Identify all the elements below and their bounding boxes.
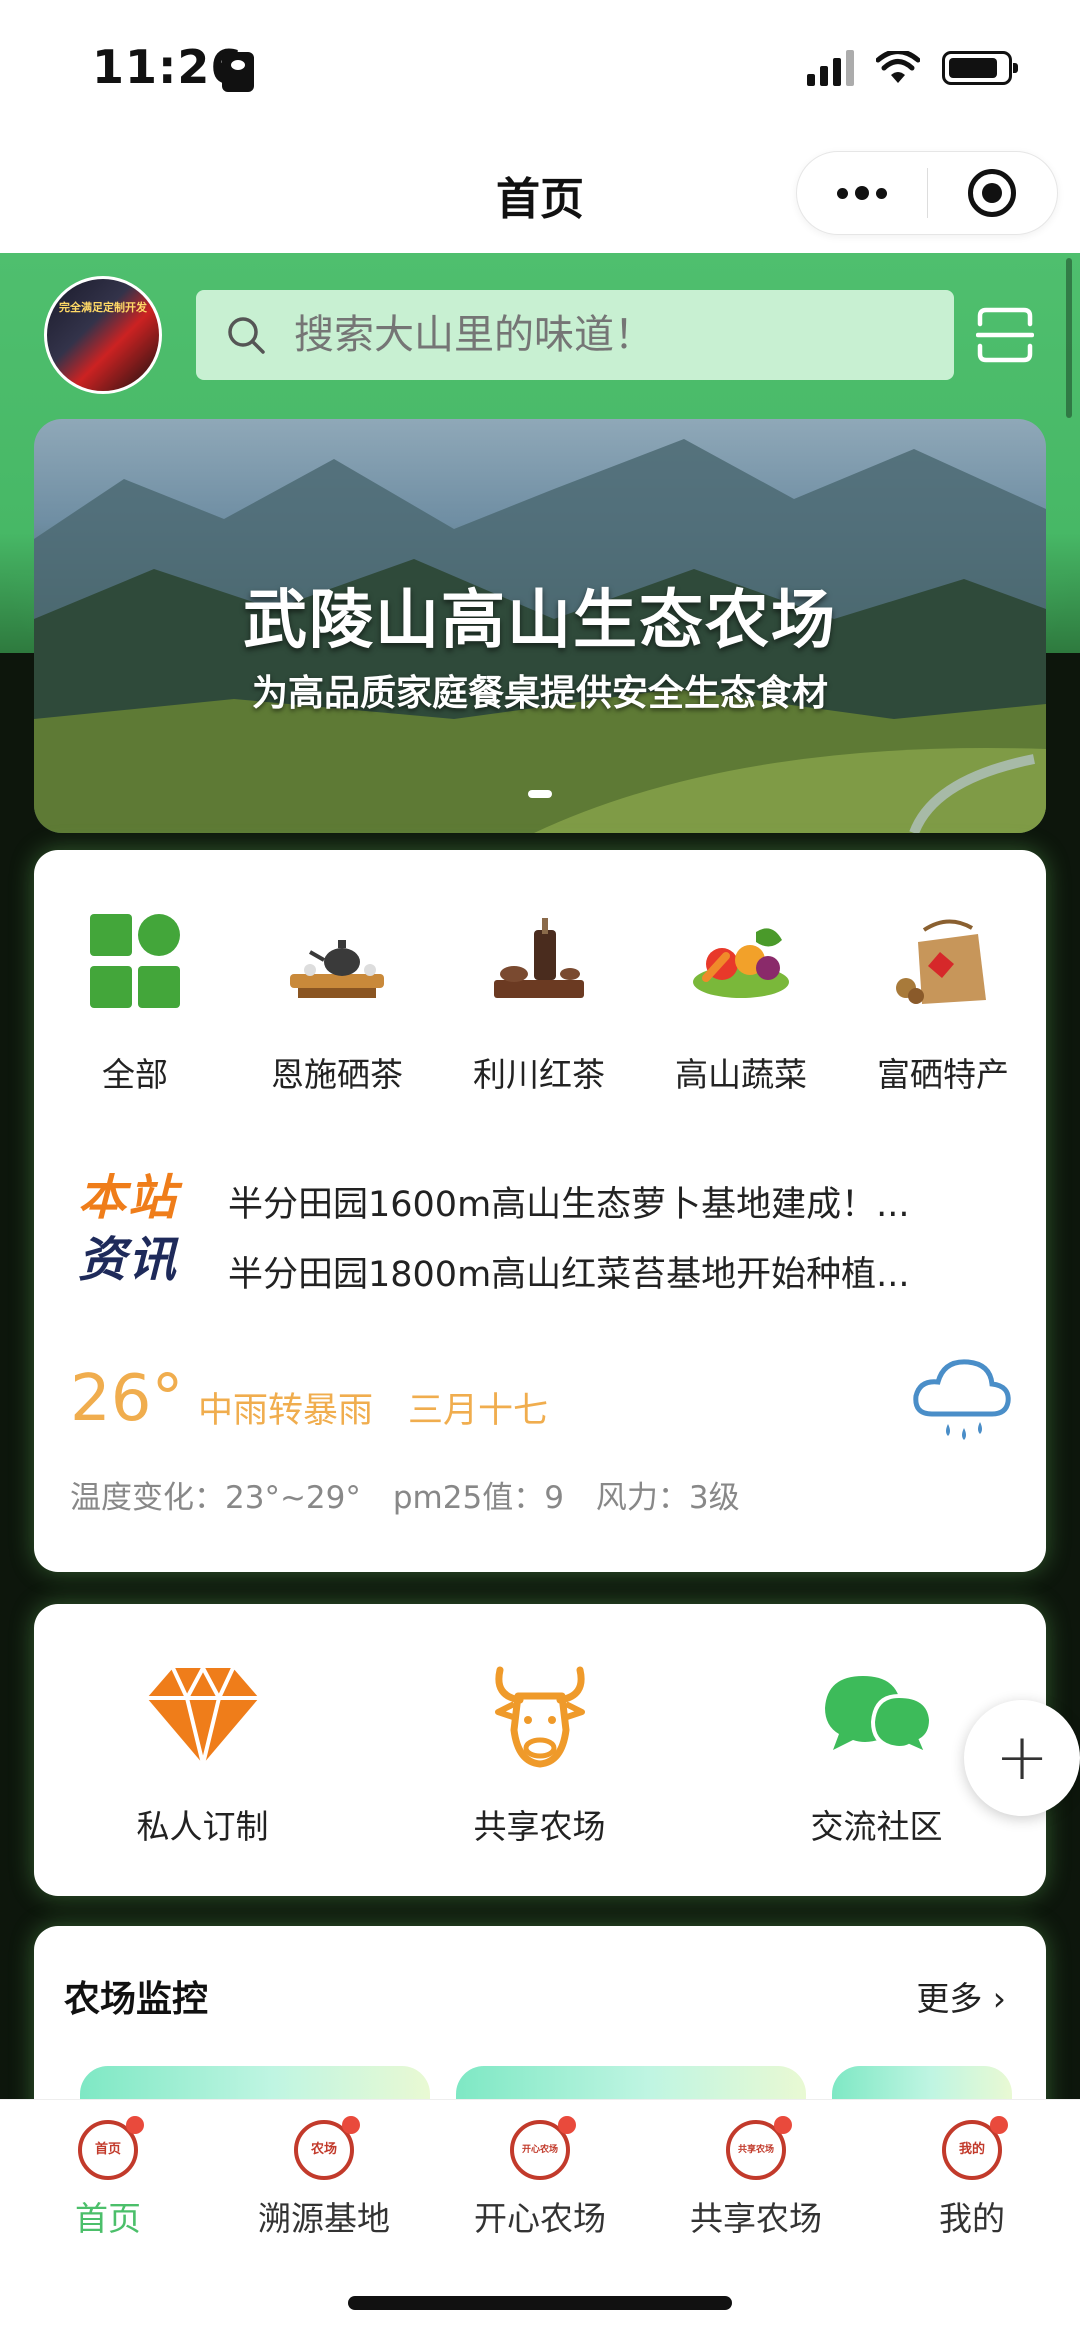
status-indicators <box>807 50 1018 86</box>
tea-pot-icon <box>494 918 584 998</box>
tab-traceability-base[interactable]: 农场 溯源基地 <box>216 2116 432 2240</box>
category-card: 全部 恩施硒茶 利川红茶 高山蔬菜 富硒特产 本站 资讯 半分田园1600m高山… <box>34 850 1046 1572</box>
lunar-date: 三月十七 <box>408 1391 549 1431</box>
diamond-icon <box>146 1663 259 1765</box>
search-input[interactable] <box>294 312 914 358</box>
category-label: 利川红茶 <box>473 1055 605 1094</box>
close-mini-program-button[interactable] <box>927 151 1057 235</box>
navigation-bar: 首页 <box>0 135 1080 253</box>
scan-icon[interactable] <box>976 306 1034 364</box>
category-label: 富硒特产 <box>877 1055 1009 1094</box>
gift-basket-icon <box>896 919 986 1004</box>
chat-bubbles-icon <box>824 1676 933 1758</box>
news-item[interactable]: 半分田园1800m高山红菜苔基地开始种植... <box>228 1240 1018 1310</box>
news-item[interactable]: 半分田园1600m高山生态萝卜基地建成！... <box>228 1170 1018 1240</box>
tab-icon-text: 我的 <box>958 2142 985 2157</box>
ox-head-icon <box>494 1666 585 1768</box>
notification-dot <box>342 2116 360 2134</box>
tab-icon-text: 首页 <box>94 2142 121 2157</box>
search-bar[interactable] <box>196 290 954 380</box>
avatar-caption: 完全满足定制开发 <box>59 301 147 314</box>
status-bar: 11:26 <box>0 0 1080 135</box>
quick-link-label: 交流社区 <box>810 1807 943 1846</box>
banner-subtitle: 为高品质家庭餐桌提供安全生态食材 <box>251 673 828 714</box>
tab-label: 共享农场 <box>690 2199 822 2238</box>
cellular-signal-icon <box>807 50 854 86</box>
tab-icon-text: 共享农场 <box>737 2145 774 2155</box>
id-card-icon <box>222 52 254 92</box>
home-indicator[interactable] <box>348 2296 732 2310</box>
quick-link-label: 私人订制 <box>136 1807 269 1846</box>
tab-happy-farm[interactable]: 开心农场 开心农场 <box>432 2116 648 2240</box>
news-logo-line2: 资讯 <box>78 1232 179 1288</box>
vegetables-icon <box>693 928 789 998</box>
shared-farm-tab-icon: 共享农场 <box>726 2116 792 2180</box>
add-floating-button[interactable]: + <box>964 1700 1080 1816</box>
rain-cloud-icon <box>913 1359 1011 1440</box>
notification-dot <box>774 2116 792 2134</box>
carousel-indicator <box>528 790 552 798</box>
farm-tab-icon: 农场 <box>294 2116 360 2180</box>
promo-banner[interactable]: 武陵山高山生态农场 为高品质家庭餐桌提供安全生态食材 <box>34 419 1046 833</box>
tab-icon-text: 农场 <box>310 2142 337 2157</box>
tab-label: 开心农场 <box>474 2199 606 2238</box>
tab-home[interactable]: 首页 首页 <box>0 2116 216 2240</box>
wifi-icon <box>876 51 920 83</box>
weather-condition: 中雨转暴雨 <box>198 1391 374 1431</box>
more-menu-button[interactable] <box>797 151 927 235</box>
quick-link-label: 共享农场 <box>473 1807 606 1846</box>
quick-links-card: 私人订制 共享农场 交流社区 <box>34 1604 1046 1896</box>
notification-dot <box>990 2116 1008 2134</box>
tea-set-icon <box>290 940 384 998</box>
news-logo-line1: 本站 <box>78 1170 179 1226</box>
tab-label: 首页 <box>75 2199 141 2238</box>
mini-program-capsule <box>796 151 1058 235</box>
private-customization-link[interactable]: 私人订制 <box>34 1660 371 1848</box>
banner-title: 武陵山高山生态农场 <box>243 584 837 658</box>
tab-mine[interactable]: 我的 我的 <box>864 2116 1080 2240</box>
category-label: 恩施硒茶 <box>271 1055 403 1094</box>
news-list: 半分田园1600m高山生态萝卜基地建成！... 半分田园1800m高山红菜苔基地… <box>228 1170 1018 1310</box>
section-title: 农场监控 <box>64 1979 209 2020</box>
status-time: 11:26 <box>92 40 244 94</box>
tab-shared-farm[interactable]: 共享农场 共享农场 <box>648 2116 864 2240</box>
notification-dot <box>126 2116 144 2134</box>
tab-label: 溯源基地 <box>258 2199 390 2238</box>
category-list: 全部 恩施硒茶 利川红茶 高山蔬菜 富硒特产 <box>34 912 1046 1096</box>
scrollbar[interactable] <box>1066 258 1072 418</box>
home-tab-icon: 首页 <box>78 2116 144 2180</box>
category-highland-vegetables[interactable]: 高山蔬菜 <box>640 912 842 1096</box>
news-logo: 本站 资讯 <box>78 1168 198 1292</box>
shared-farm-link[interactable]: 共享农场 <box>371 1660 708 1848</box>
weather-temperature: 26° <box>70 1362 184 1436</box>
quick-links: 私人订制 共享农场 交流社区 <box>34 1660 1046 1848</box>
grid-icon <box>90 914 180 1008</box>
more-link[interactable]: 更多 › <box>916 1972 1006 2020</box>
battery-icon <box>942 51 1018 85</box>
weather-details: 温度变化：23°~29° pm25值：9 风力：3级 <box>70 1472 740 1517</box>
tab-icon-text: 开心农场 <box>521 2145 558 2155</box>
category-enshi-tea[interactable]: 恩施硒茶 <box>236 912 438 1096</box>
target-circle-icon <box>968 169 1017 217</box>
more-dots-icon <box>836 186 887 200</box>
tab-label: 我的 <box>939 2199 1005 2238</box>
wind-level: 风力：3级 <box>595 1480 740 1516</box>
category-all[interactable]: 全部 <box>34 912 236 1096</box>
notification-dot <box>558 2116 576 2134</box>
category-label: 全部 <box>102 1055 168 1094</box>
temperature-range: 温度变化：23°~29° <box>70 1480 361 1516</box>
pm25-value: pm25值：9 <box>392 1480 564 1516</box>
profile-tab-icon: 我的 <box>942 2116 1008 2180</box>
avatar[interactable]: 完全满足定制开发 <box>44 276 162 394</box>
category-lichuan-black-tea[interactable]: 利川红茶 <box>438 912 640 1096</box>
happy-farm-tab-icon: 开心农场 <box>510 2116 576 2180</box>
search-icon <box>228 317 265 354</box>
category-label: 高山蔬菜 <box>675 1055 807 1094</box>
category-selenium-specialties[interactable]: 富硒特产 <box>842 912 1044 1096</box>
